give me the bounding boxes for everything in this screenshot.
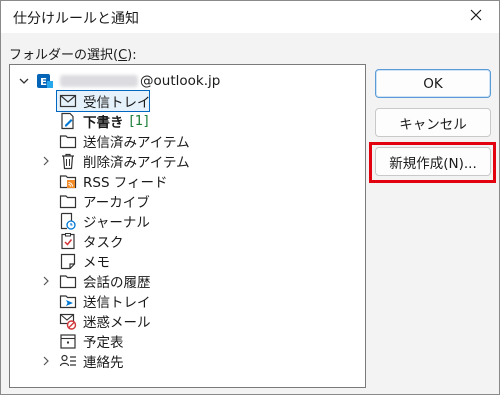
tree-item-notes[interactable]: メモ [59,251,110,271]
rules-and-alerts-dialog: 仕分けルールと通知 フォルダーの選択(C): E @outlook.jp 受信ト… [0,0,500,395]
tree-item-sent-items[interactable]: 送信済みアイテム [59,131,190,151]
dialog-title: 仕分けルールと通知 [13,11,139,27]
tree-item-calendar[interactable]: 予定表 [59,331,124,351]
tasks-icon [59,232,77,250]
tree-item-label: ジャーナル [83,215,150,231]
tree-item-conversation-history[interactable]: 会話の履歴 [43,271,151,291]
tree-item-label: 送信済みアイテム [83,135,190,151]
sent-items-icon [59,132,77,150]
tree-item-outbox[interactable]: 送信トレイ [59,291,151,311]
conversation-history-icon [59,272,77,290]
archive-folder-icon [59,192,77,210]
tree-item-deleted-items[interactable]: 削除済みアイテム [43,151,190,171]
drafts-icon [59,112,77,130]
ok-button[interactable]: OK [375,69,491,98]
calendar-icon [59,332,77,350]
tree-item-label: 迷惑メール [83,315,151,331]
new-folder-button[interactable]: 新規作成(N)... [375,147,491,176]
junk-email-icon [59,312,77,330]
inbox-icon [59,92,77,110]
tree-item-contacts[interactable]: 連絡先 [43,351,124,371]
tree-item-label: RSS フィード [83,175,168,191]
tree-item-inbox[interactable]: 受信トレイ [56,90,151,112]
folder-tree[interactable]: E @outlook.jp 受信トレイ 下書き [1] 送信済みアイテム 削除済… [9,64,366,388]
cancel-button[interactable]: キャンセル [375,108,491,137]
chevron-right-icon[interactable] [40,351,52,371]
redacted-account-name [60,75,138,87]
tree-item-label: 会話の履歴 [83,275,151,291]
tree-item-tasks[interactable]: タスク [59,231,124,251]
svg-text:E: E [40,77,47,88]
tree-item-label: アーカイブ [83,195,150,211]
outbox-icon [59,292,77,310]
tree-item-rss-feeds[interactable]: RSS フィード [59,171,168,191]
exchange-account-icon: E [36,72,54,90]
tree-item-label: タスク [83,235,124,251]
tree-item-junk-email[interactable]: 迷惑メール [59,311,151,331]
close-icon [470,9,482,25]
chevron-right-icon[interactable] [40,271,52,291]
deleted-items-icon [59,152,77,170]
tree-item-label: 受信トレイ [83,95,151,111]
folder-select-label: フォルダーの選択(C): [9,48,137,63]
account-name: @outlook.jp [140,73,221,89]
contacts-icon [59,352,77,370]
tree-item-drafts[interactable]: 下書き [1] [59,111,149,131]
tree-item-label: 下書き [83,115,124,131]
close-button[interactable] [453,1,499,33]
notes-icon [59,252,77,270]
tree-item-label: 予定表 [83,335,124,351]
tree-item-archive[interactable]: アーカイブ [59,191,150,211]
rss-folder-icon [59,172,77,190]
tree-item-journal[interactable]: ジャーナル [59,211,150,231]
tree-item-label: 送信トレイ [83,295,151,311]
tree-item-label: メモ [83,255,110,271]
journal-icon [59,212,77,230]
unread-count: [1] [129,113,149,129]
tree-item-label: 連絡先 [83,355,124,371]
title-bar: 仕分けルールと通知 [1,1,499,33]
chevron-right-icon[interactable] [40,151,52,171]
tree-item-label: 削除済みアイテム [83,155,190,171]
chevron-down-icon[interactable] [18,71,30,91]
